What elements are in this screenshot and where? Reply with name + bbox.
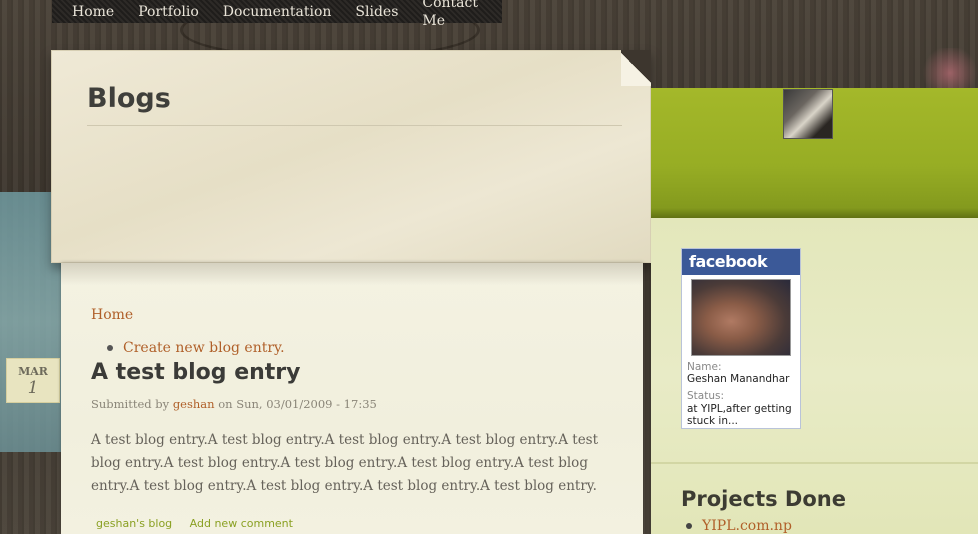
user-blog-link[interactable]: geshan's blog [96,517,172,530]
post-title[interactable]: A test blog entry [91,360,301,385]
facebook-name-label: Name: [687,361,722,373]
projects-title: Projects Done [681,487,846,511]
bullet-icon [686,523,692,529]
project-link-yipl[interactable]: YIPL.com.np [702,518,792,534]
post-date-month: MAR [18,365,48,378]
avatar[interactable] [783,89,833,139]
facebook-name-value[interactable]: Geshan Manandhar [687,373,801,385]
page-title: Blogs [87,83,171,114]
nav-slides[interactable]: Slides [355,3,398,21]
page-fold-corner [621,50,651,86]
facebook-status-value: at YIPL,after getting stuck in... [687,403,792,427]
top-nav: Home Portfolio Documentation Slides Cont… [52,0,502,29]
content-tabs: Create new blog entry. [107,340,285,356]
tab-create-blog-entry: Create new blog entry. [107,340,285,356]
nav-contact-me[interactable]: Contact Me [422,0,478,30]
header-paper: Blogs [51,50,651,263]
post-date-tag: MAR 1 [6,358,60,403]
nav-home[interactable]: Home [72,3,114,21]
submitted-prefix: Submitted by [91,397,170,411]
author-link[interactable]: geshan [173,397,215,411]
post-links: geshan's blog Add new comment [96,517,293,530]
facebook-profile-photo[interactable] [691,279,791,356]
post-body: A test blog entry.A test blog entry.A te… [91,432,599,494]
submitted-date: on Sun, 03/01/2009 - 17:35 [218,397,377,411]
header-divider [87,125,622,126]
nav-portfolio[interactable]: Portfolio [138,3,199,21]
sidebar-divider [651,462,978,464]
facebook-status-label: Status: [687,390,724,402]
list-item: YIPL.com.np [686,518,792,534]
add-comment-link[interactable]: Add new comment [190,517,293,530]
nav-documentation[interactable]: Documentation [223,3,332,21]
projects-list: YIPL.com.np [686,518,792,534]
post-date-day: 1 [27,378,39,398]
facebook-badge[interactable]: facebook Name: Geshan Manandhar Status: … [681,248,801,429]
create-blog-entry-link[interactable]: Create new blog entry. [123,340,285,356]
main-content: Home Create new blog entry. A test blog … [61,263,643,534]
bullet-icon [107,345,113,351]
post-submitted: Submitted by geshan on Sun, 03/01/2009 -… [91,397,377,411]
facebook-logo: facebook [682,249,800,275]
breadcrumb-home[interactable]: Home [91,307,133,323]
